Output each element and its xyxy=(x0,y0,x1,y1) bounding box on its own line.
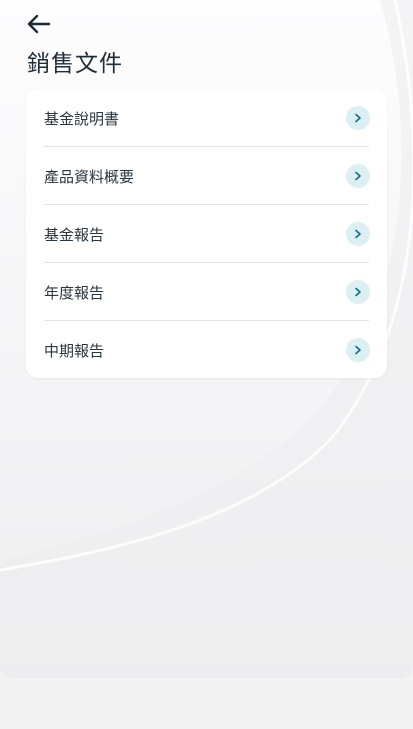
chevron-right-icon xyxy=(346,222,370,246)
page-title: 銷售文件 xyxy=(27,51,123,77)
back-button[interactable] xyxy=(20,8,56,40)
sales-documents-card: 基金說明書 產品資料概要 基金報告 年度報告 中期報告 xyxy=(26,89,387,378)
chevron-right-icon xyxy=(346,164,370,188)
list-item-interim-report[interactable]: 中期報告 xyxy=(44,321,370,379)
list-item-product-key-facts[interactable]: 產品資料概要 xyxy=(44,147,370,205)
list-item-fund-prospectus[interactable]: 基金說明書 xyxy=(44,89,370,147)
app-screen: 銷售文件 基金說明書 產品資料概要 基金報告 年度報告 中期報告 xyxy=(0,0,413,679)
chevron-right-icon xyxy=(346,280,370,304)
divider xyxy=(44,378,369,379)
list-item-label: 產品資料概要 xyxy=(44,167,135,186)
list-item-label: 基金報告 xyxy=(44,225,105,244)
list-item-label: 中期報告 xyxy=(44,341,105,360)
list-item-annual-report[interactable]: 年度報告 xyxy=(44,263,370,321)
list-item-label: 年度報告 xyxy=(44,283,105,302)
chevron-right-icon xyxy=(346,106,370,130)
chevron-right-icon xyxy=(346,338,370,362)
arrow-left-icon xyxy=(27,14,51,34)
list-item-fund-report[interactable]: 基金報告 xyxy=(44,205,370,263)
list-item-label: 基金說明書 xyxy=(44,109,120,128)
